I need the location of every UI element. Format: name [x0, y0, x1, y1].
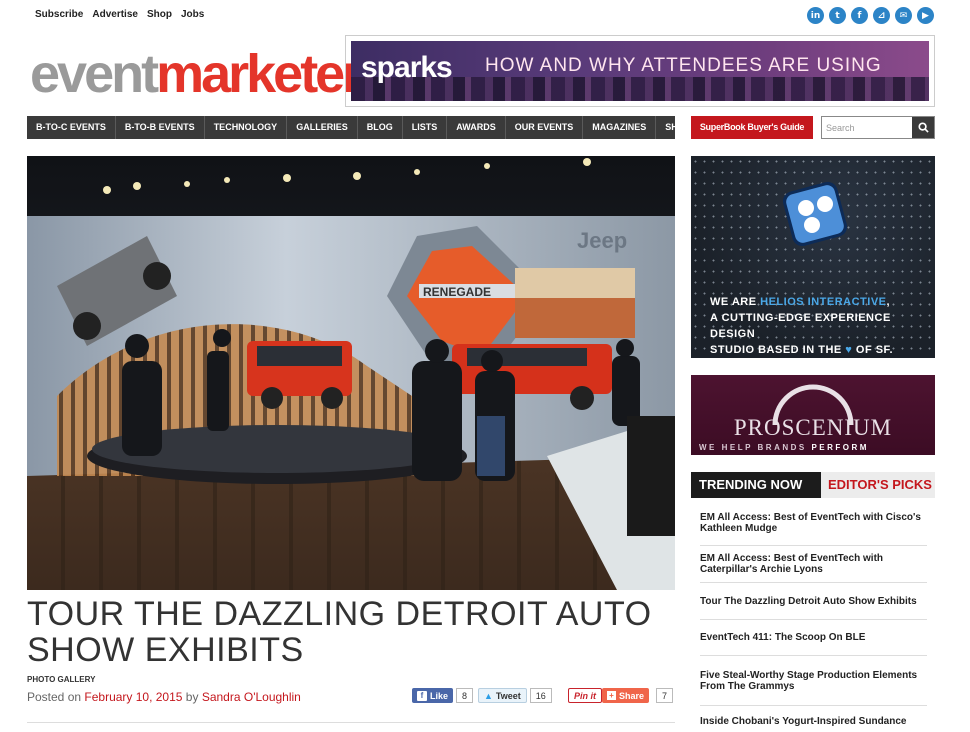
proscenium-tag-bold: PERFORM	[811, 443, 869, 452]
proscenium-ad[interactable]: PROSCENIUM WE HELP BRANDS PERFORM	[691, 375, 935, 455]
facebook-like-button[interactable]: f Like	[412, 688, 454, 703]
nav-item-blog[interactable]: BLOG	[358, 116, 403, 139]
banner-ad[interactable]: sparks HOW AND WHY ATTENDEES ARE USING	[345, 35, 935, 107]
nav-item-awards[interactable]: AWARDS	[447, 116, 506, 139]
proscenium-tag-prefix: WE HELP BRANDS	[699, 443, 812, 452]
nav-item-our-events[interactable]: OUR EVENTS	[506, 116, 584, 139]
proscenium-name: PROSCENIUM	[733, 415, 893, 440]
sidebar-tabs: TRENDING NOW EDITOR'S PICKS	[691, 472, 935, 498]
facebook-icon: f	[417, 690, 427, 701]
twitter-icon[interactable]: t	[829, 7, 846, 24]
post-date[interactable]: February 10, 2015	[84, 690, 182, 704]
jobs-link[interactable]: Jobs	[181, 9, 204, 20]
trending-item[interactable]: Five Steal-Worthy Stage Production Eleme…	[700, 656, 927, 706]
tab-editors-picks[interactable]: EDITOR'S PICKS	[821, 472, 935, 498]
subscribe-link[interactable]: Subscribe	[35, 9, 83, 20]
tweet-count: 16	[529, 688, 552, 703]
share-group: + Share 7	[602, 688, 674, 703]
helios-line2: A CUTTING-EDGE EXPERIENCE DESIGN	[710, 312, 891, 340]
helios-line3-suffix: OF SF.	[852, 344, 894, 356]
proscenium-tagline: WE HELP BRANDS PERFORM	[699, 443, 869, 452]
hero-sign-jeep: Jeep	[577, 228, 627, 253]
shop-link[interactable]: Shop	[147, 9, 172, 20]
pinit-group: Pin it	[568, 688, 602, 703]
trending-item[interactable]: Inside Chobani's Yogurt-Inspired Sundanc…	[700, 706, 927, 732]
banner-headline: HOW AND WHY ATTENDEES ARE USING	[485, 55, 882, 76]
helios-logo-icon	[782, 181, 848, 247]
hero-sign-renegade: RENEGADE	[423, 285, 491, 299]
helios-line3-prefix: STUDIO BASED IN THE	[710, 344, 846, 356]
search-input[interactable]	[822, 117, 912, 138]
facebook-like-label: Like	[430, 690, 449, 701]
nav-item-galleries[interactable]: GALLERIES	[287, 116, 358, 139]
tweet-label: Tweet	[495, 690, 521, 701]
facebook-like-group: f Like 8	[412, 688, 474, 703]
superbook-button[interactable]: SuperBook Buyer's Guide	[691, 116, 813, 139]
tweet-group: ▲ Tweet 16	[478, 688, 552, 703]
pinit-button[interactable]: Pin it	[568, 688, 602, 703]
site-logo[interactable]: eventmarketer®	[30, 44, 368, 104]
nav-item-b2b-events[interactable]: B-TO-B EVENTS	[116, 116, 205, 139]
search-icon	[917, 122, 929, 133]
share-count: 7	[656, 688, 674, 703]
share-label: Share	[619, 690, 645, 701]
nav-item-b2c-events[interactable]: B-TO-C EVENTS	[27, 116, 116, 139]
youtube-icon[interactable]: ▶	[917, 7, 934, 24]
linkedin-icon[interactable]: in	[807, 7, 824, 24]
posted-prefix: Posted on	[27, 690, 82, 704]
logo-part-marketer: marketer	[156, 44, 363, 104]
helios-line1-prefix: WE ARE	[710, 296, 761, 308]
tab-trending-now[interactable]: TRENDING NOW	[691, 472, 821, 498]
search-button[interactable]	[912, 117, 934, 138]
article-divider	[27, 722, 675, 723]
nav-item-lists[interactable]: LISTS	[403, 116, 448, 139]
main-nav: B-TO-C EVENTS B-TO-B EVENTS TECHNOLOGY G…	[27, 116, 701, 139]
by-label: by	[185, 690, 199, 704]
twitter-bird-icon: ▲	[484, 690, 493, 701]
nav-item-technology[interactable]: TECHNOLOGY	[205, 116, 288, 139]
plus-icon: +	[607, 691, 616, 700]
facebook-like-count: 8	[456, 688, 474, 703]
helios-ad[interactable]: WE ARE HELIOS INTERACTIVE, A CUTTING-EDG…	[691, 156, 935, 358]
hero-image[interactable]: RENEGADE Jeep	[27, 156, 675, 590]
advertise-link[interactable]: Advertise	[92, 9, 138, 20]
nav-item-magazines[interactable]: MAGAZINES	[583, 116, 657, 139]
helios-name: HELIOS INTERACTIVE	[760, 296, 887, 308]
helios-line1-suffix: ,	[886, 296, 891, 308]
author-link[interactable]: Sandra O'Loughlin	[202, 690, 301, 704]
social-icons: in t f ⊿ ✉ ▶	[807, 7, 934, 24]
rss-icon[interactable]: ⊿	[873, 7, 890, 24]
banner-brand: sparks	[361, 51, 453, 84]
trending-list: EM All Access: Best of EventTech with Ci…	[700, 500, 927, 732]
trending-item[interactable]: EventTech 411: The Scoop On BLE	[700, 620, 927, 656]
trending-item[interactable]: Tour The Dazzling Detroit Auto Show Exhi…	[700, 583, 927, 620]
share-button[interactable]: + Share	[602, 688, 650, 703]
article-byline: Posted on February 10, 2015 by Sandra O'…	[27, 690, 301, 704]
trending-item[interactable]: EM All Access: Best of EventTech with Ci…	[700, 500, 927, 546]
search-box	[821, 116, 935, 139]
article-category[interactable]: PHOTO GALLERY	[27, 675, 95, 684]
facebook-icon[interactable]: f	[851, 7, 868, 24]
article-title: TOUR THE DAZZLING DETROIT AUTO SHOW EXHI…	[27, 595, 652, 669]
utility-links: Subscribe Advertise Shop Jobs	[35, 9, 204, 20]
email-icon[interactable]: ✉	[895, 7, 912, 24]
tweet-button[interactable]: ▲ Tweet	[478, 688, 527, 703]
hero-photo: RENEGADE Jeep	[27, 156, 675, 590]
logo-part-event: event	[30, 44, 159, 104]
trending-item[interactable]: EM All Access: Best of EventTech with Ca…	[700, 546, 927, 583]
banner-ad-image: sparks HOW AND WHY ATTENDEES ARE USING	[351, 41, 929, 101]
helios-copy: WE ARE HELIOS INTERACTIVE, A CUTTING-EDG…	[710, 294, 935, 358]
